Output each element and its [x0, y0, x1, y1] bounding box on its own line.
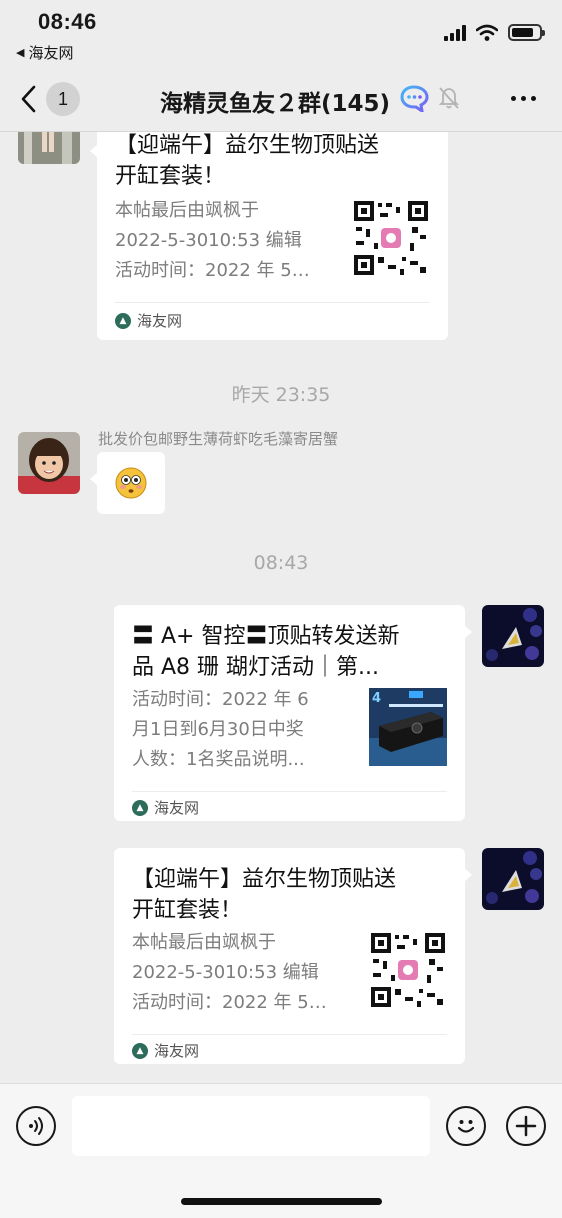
link-card-source: ▲ 海友网 [132, 797, 199, 818]
emoji-message[interactable] [90, 452, 165, 514]
timestamp: 08:43 [253, 552, 309, 574]
emoji-icon [457, 1120, 475, 1133]
link-card-source: ▲ 海友网 [132, 1040, 199, 1061]
card-divider [132, 791, 447, 792]
product-thumbnail: 4 [369, 688, 447, 766]
unread-count-badge: 1 [46, 82, 80, 116]
voice-button[interactable] [16, 1106, 56, 1146]
svg-text:4: 4 [372, 691, 381, 706]
wifi-icon [476, 24, 498, 41]
title-icons [400, 84, 460, 112]
card-divider [132, 1034, 447, 1035]
voice-icon [29, 1117, 43, 1135]
chat-bubble-icon [400, 85, 429, 112]
more-functions-button[interactable] [506, 1106, 546, 1146]
plus-icon [515, 1115, 537, 1137]
timestamp: 昨天 23:35 [231, 384, 331, 406]
chat-header: 1 海精灵鱼友２群(145) [0, 66, 562, 132]
link-card[interactable]: 【迎端午】益尔生物顶贴送 开缸套装！ 本帖最后由飒枫于 2022-5-3010:53… [114, 848, 472, 1064]
source-logo-icon: ▲ [132, 1042, 148, 1059]
chat-title: 海精灵鱼友２群(145) [160, 91, 391, 117]
link-card-description: 本帖最后由飒枫于 2022-5-3010:53 编辑 活动时间：2022 年 5… [115, 200, 310, 281]
home-indicator[interactable] [181, 1198, 382, 1205]
back-app-label: 海友网 [28, 44, 74, 62]
status-bar: 08:46 ◀ 海友网 [0, 0, 562, 66]
link-card-description: 本帖最后由飒枫于 2022-5-3010:53 编辑 活动时间：2022 年 5… [132, 932, 327, 1013]
my-avatar[interactable] [482, 605, 544, 667]
link-card-source: ▲ 海友网 [115, 310, 182, 331]
signal-icon [444, 24, 466, 41]
qr-code-thumbnail [352, 199, 430, 277]
chevron-left-icon [21, 85, 36, 113]
more-button[interactable] [511, 96, 536, 101]
link-card-title: 【迎端午】益尔生物顶贴送 开缸套装！ [115, 133, 380, 189]
link-card-description: 活动时间：2022 年 6 月1日到6月30日中奖 人数：1名奖品说明... [132, 689, 309, 770]
status-time: 08:46 [38, 9, 97, 34]
source-logo-icon: ▲ [132, 799, 148, 816]
sender-avatar[interactable] [18, 132, 80, 164]
sender-avatar[interactable] [18, 432, 80, 494]
my-avatar[interactable] [482, 848, 544, 910]
battery-icon [508, 24, 545, 41]
emoji-button[interactable] [446, 1106, 486, 1146]
link-card-title: 【迎端午】益尔生物顶贴送 开缸套装！ [132, 867, 397, 923]
sender-name: 批发价包邮野生薄荷虾吃毛藻寄居蟹 [98, 430, 339, 448]
qr-code-thumbnail [369, 931, 447, 1009]
mute-bell-icon [438, 87, 460, 109]
back-button[interactable]: 1 [20, 80, 86, 118]
source-logo-icon: ▲ [115, 312, 131, 329]
link-card[interactable]: 〓 A+ 智控〓顶贴转发送新品 A8 珊 瑚灯活动｜第... 活动时间：2022… [114, 605, 472, 821]
more-icon [511, 96, 516, 101]
message-list[interactable]: 【迎端午】益尔生物顶贴送 开缸套装！ 本帖最后由飒枫于 2022-5-3010:53… [0, 132, 562, 1082]
card-divider [115, 302, 430, 303]
link-card[interactable]: 【迎端午】益尔生物顶贴送 开缸套装！ 本帖最后由飒枫于 2022-5-3010:53… [90, 132, 448, 340]
back-to-app-link[interactable]: ◀ 海友网 [16, 42, 73, 63]
link-card-title: 〓 A+ 智控〓顶贴转发送新品 A8 珊 瑚灯活动｜第... [132, 624, 400, 680]
message-input[interactable] [72, 1096, 430, 1156]
back-triangle-icon: ◀ [16, 46, 25, 59]
status-icons [444, 24, 545, 41]
flushed-face-emoji-icon [115, 467, 147, 499]
